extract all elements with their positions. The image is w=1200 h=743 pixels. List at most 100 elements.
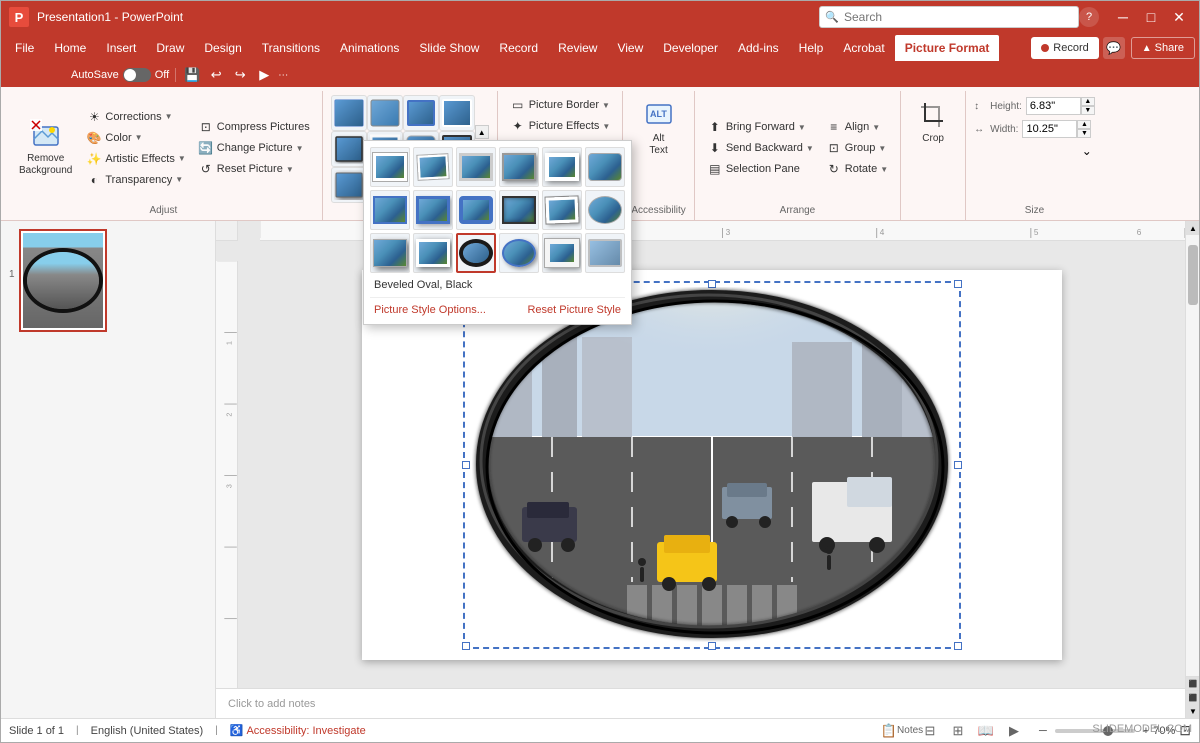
menu-view[interactable]: View xyxy=(607,35,653,61)
style-drop-12[interactable] xyxy=(585,190,625,230)
style-item-9[interactable] xyxy=(331,167,367,203)
menu-insert[interactable]: Insert xyxy=(96,35,146,61)
color-button[interactable]: 🎨 Color ▼ xyxy=(82,128,189,148)
slide-thumbnail[interactable] xyxy=(19,229,107,332)
slide-sorter-btn[interactable]: ⊞ xyxy=(947,721,969,741)
alt-text-button[interactable]: ALT AltText xyxy=(635,95,683,161)
style-drop-16[interactable] xyxy=(499,233,539,273)
menu-file[interactable]: File xyxy=(5,35,44,61)
undo-button[interactable]: ↩ xyxy=(206,65,226,85)
selection-pane-button[interactable]: ▤ Selection Pane xyxy=(703,159,818,179)
qa-more-icon[interactable]: ⋯ xyxy=(278,70,288,81)
rotate-button[interactable]: ↻ Rotate ▼ xyxy=(822,159,892,179)
menu-developer[interactable]: Developer xyxy=(653,35,728,61)
width-input[interactable] xyxy=(1022,120,1077,138)
style-drop-8[interactable] xyxy=(413,190,453,230)
size-expand-icon[interactable]: ⌄ xyxy=(1079,143,1095,159)
style-drop-17[interactable] xyxy=(542,233,582,273)
handle-w[interactable] xyxy=(462,461,470,469)
menu-slideshow[interactable]: Slide Show xyxy=(409,35,489,61)
comment-button[interactable]: 💬 xyxy=(1103,37,1125,59)
picture-style-options[interactable]: Picture Style Options... xyxy=(370,302,490,318)
share-button[interactable]: ▲ Share xyxy=(1131,37,1195,59)
group-button[interactable]: ⊡ Group ▼ xyxy=(822,138,892,158)
redo-button[interactable]: ↪ xyxy=(230,65,250,85)
scroll-down-btn[interactable]: ▼ xyxy=(1186,704,1199,718)
picture-effects-button[interactable]: ✦ Picture Effects ▼ xyxy=(506,116,615,136)
handle-s[interactable] xyxy=(708,642,716,650)
menu-picture-format[interactable]: Picture Format xyxy=(895,35,1000,61)
record-button[interactable]: Record xyxy=(1031,37,1098,59)
style-item-5[interactable] xyxy=(331,131,367,167)
save-button[interactable]: 💾 xyxy=(182,65,202,85)
menu-home[interactable]: Home xyxy=(44,35,96,61)
corrections-button[interactable]: ☀ Corrections ▼ xyxy=(82,107,189,127)
reset-picture-button[interactable]: ↺ Reset Picture ▼ xyxy=(194,159,314,179)
change-picture-button[interactable]: 🔄 Change Picture ▼ xyxy=(194,138,314,158)
menu-design[interactable]: Design xyxy=(194,35,251,61)
send-backward-button[interactable]: ⬇ Send Backward ▼ xyxy=(703,138,818,158)
style-item-1[interactable] xyxy=(331,95,367,131)
scroll-thumb[interactable] xyxy=(1188,245,1198,305)
style-drop-13[interactable] xyxy=(370,233,410,273)
slideshow-btn[interactable]: ▶ xyxy=(1003,721,1025,741)
minimize-button[interactable]: ─ xyxy=(1111,5,1135,29)
scroll-track[interactable] xyxy=(1186,235,1199,676)
style-drop-14[interactable] xyxy=(413,233,453,273)
style-item-4[interactable] xyxy=(439,95,475,131)
handle-se[interactable] xyxy=(954,642,962,650)
style-drop-15-beveled-oval[interactable] xyxy=(456,233,496,273)
style-item-3[interactable] xyxy=(403,95,439,131)
align-button[interactable]: ≡ Align ▼ xyxy=(822,117,892,137)
styles-scroll-up[interactable]: ▲ xyxy=(475,125,489,139)
style-drop-18[interactable] xyxy=(585,233,625,273)
maximize-button[interactable]: □ xyxy=(1139,5,1163,29)
normal-view-btn[interactable]: ⊟ xyxy=(919,721,941,741)
present-button[interactable]: ▶ xyxy=(254,65,274,85)
height-down-btn[interactable]: ▼ xyxy=(1081,106,1095,115)
zoom-out-btn[interactable]: ─ xyxy=(1039,725,1047,737)
reading-view-btn[interactable]: 📖 xyxy=(975,721,997,741)
style-drop-3[interactable] xyxy=(456,147,496,187)
style-drop-9[interactable] xyxy=(456,190,496,230)
menu-addins[interactable]: Add-ins xyxy=(728,35,789,61)
style-drop-1[interactable] xyxy=(370,147,410,187)
menu-transitions[interactable]: Transitions xyxy=(252,35,330,61)
crop-button[interactable]: Crop xyxy=(909,95,957,149)
menu-review[interactable]: Review xyxy=(548,35,607,61)
style-drop-10[interactable] xyxy=(499,190,539,230)
scroll-expand-btn[interactable]: ⬛ xyxy=(1186,676,1199,690)
style-drop-4[interactable] xyxy=(499,147,539,187)
style-drop-7[interactable] xyxy=(370,190,410,230)
scroll-contract-btn[interactable]: ⬛ xyxy=(1186,690,1199,704)
image-container[interactable] xyxy=(467,285,957,645)
compress-pictures-button[interactable]: ⊡ Compress Pictures xyxy=(194,117,314,137)
height-up-btn[interactable]: ▲ xyxy=(1081,97,1095,106)
menu-draw[interactable]: Draw xyxy=(146,35,194,61)
menu-record[interactable]: Record xyxy=(489,35,548,61)
search-input[interactable] xyxy=(819,6,1079,28)
remove-background-button[interactable]: RemoveBackground xyxy=(13,115,78,181)
style-drop-5[interactable] xyxy=(542,147,582,187)
accessibility-badge[interactable]: ♿ Accessibility: Investigate xyxy=(230,724,366,737)
artistic-effects-button[interactable]: ✨ Artistic Effects ▼ xyxy=(82,149,189,169)
handle-ne[interactable] xyxy=(954,280,962,288)
transparency-button[interactable]: ◐ Transparency ▼ xyxy=(82,170,189,190)
menu-help[interactable]: Help xyxy=(789,35,834,61)
menu-acrobat[interactable]: Acrobat xyxy=(833,35,894,61)
style-drop-6[interactable] xyxy=(585,147,625,187)
handle-sw[interactable] xyxy=(462,642,470,650)
height-input[interactable] xyxy=(1026,97,1081,115)
close-button[interactable]: ✕ xyxy=(1167,5,1191,29)
width-down-btn[interactable]: ▼ xyxy=(1077,129,1091,138)
scroll-up-btn[interactable]: ▲ xyxy=(1186,221,1199,235)
picture-border-button[interactable]: ▭ Picture Border ▼ xyxy=(506,95,615,115)
reset-picture-style[interactable]: Reset Picture Style xyxy=(523,302,625,318)
width-up-btn[interactable]: ▲ xyxy=(1077,120,1091,129)
help-icon[interactable]: ? xyxy=(1079,7,1099,27)
menu-animations[interactable]: Animations xyxy=(330,35,409,61)
bring-forward-button[interactable]: ⬆ Bring Forward ▼ xyxy=(703,117,818,137)
notes-view-btn[interactable]: 📋 Notes xyxy=(891,721,913,741)
autosave-toggle[interactable] xyxy=(123,68,151,82)
style-drop-2[interactable] xyxy=(413,147,453,187)
